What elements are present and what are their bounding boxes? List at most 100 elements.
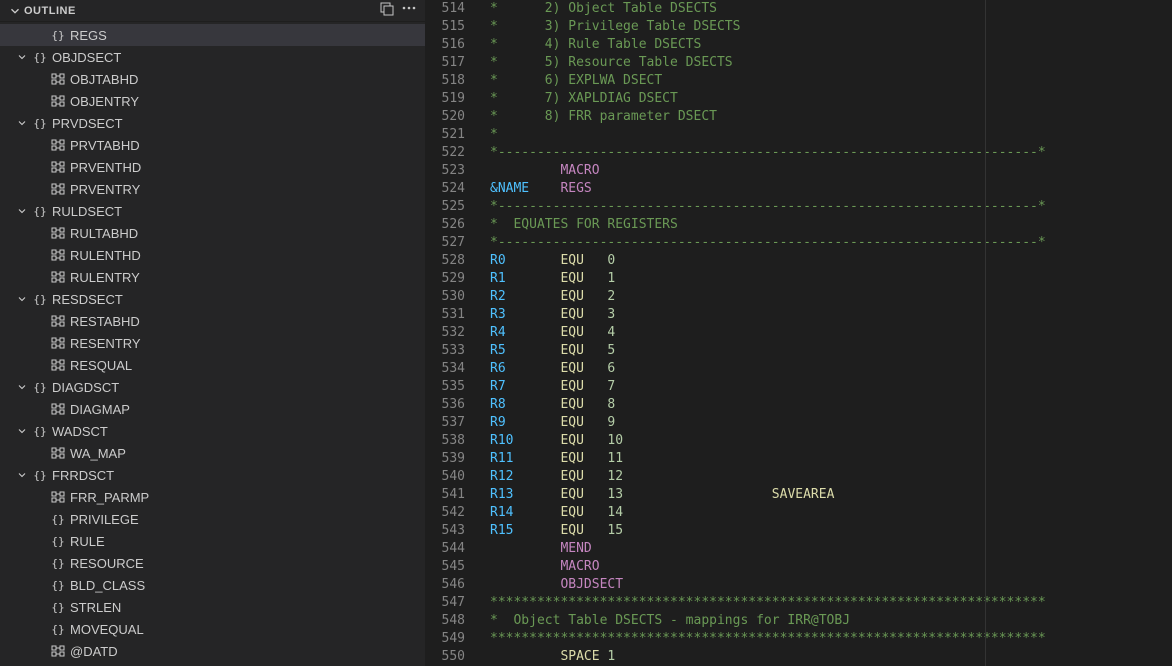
code-line[interactable]: * 7) XAPLDIAG DSECT — [490, 90, 1074, 108]
code-line[interactable]: * — [490, 126, 1074, 144]
minimap[interactable] — [1074, 0, 1172, 666]
code-line[interactable]: ****************************************… — [490, 630, 1074, 648]
line-number: 548 — [425, 612, 465, 630]
code-line[interactable]: * 8) FRR parameter DSECT — [490, 108, 1074, 126]
code-line[interactable]: R7 EQU 7 — [490, 378, 1074, 396]
outline-item-wa_map[interactable]: WA_MAP — [0, 442, 425, 464]
struct-icon — [50, 335, 66, 351]
outline-item-prvdsect[interactable]: PRVDSECT — [0, 112, 425, 134]
code-line[interactable]: SPACE 1 — [490, 648, 1074, 666]
code-line[interactable]: R14 EQU 14 — [490, 504, 1074, 522]
code-line[interactable]: R4 EQU 4 — [490, 324, 1074, 342]
code-line[interactable]: R11 EQU 11 — [490, 450, 1074, 468]
outline-item-rulenthd[interactable]: RULENTHD — [0, 244, 425, 266]
outline-item-label: RULDSECT — [52, 204, 122, 219]
code-line[interactable]: R3 EQU 3 — [490, 306, 1074, 324]
code-line[interactable]: *---------------------------------------… — [490, 144, 1074, 162]
outline-item-privilege[interactable]: PRIVILEGE — [0, 508, 425, 530]
outline-item-resdsect[interactable]: RESDSECT — [0, 288, 425, 310]
outline-item-restabhd[interactable]: RESTABHD — [0, 310, 425, 332]
struct-icon — [50, 489, 66, 505]
outline-item-movequal[interactable]: MOVEQUAL — [0, 618, 425, 640]
code-line[interactable]: R6 EQU 6 — [490, 360, 1074, 378]
struct-icon — [50, 159, 66, 175]
namespace-icon — [50, 577, 66, 593]
outline-item-prventhd[interactable]: PRVENTHD — [0, 156, 425, 178]
chevron-down-icon[interactable] — [14, 423, 30, 439]
outline-list[interactable]: REGSOBJDSECTOBJTABHD OBJENTRY PRVDSECTPRVT… — [0, 22, 425, 666]
outline-item-bld_class[interactable]: BLD_CLASS — [0, 574, 425, 596]
code-line[interactable]: MACRO — [490, 162, 1074, 180]
outline-item-frrdsct[interactable]: FRRDSCT — [0, 464, 425, 486]
outline-item-label: PRVENTHD — [70, 160, 141, 175]
line-number: 533 — [425, 342, 465, 360]
line-number: 545 — [425, 558, 465, 576]
outline-item-@datd[interactable]: @DATD — [0, 640, 425, 662]
code-line[interactable]: * EQUATES FOR REGISTERS — [490, 216, 1074, 234]
outline-item-rule[interactable]: RULE — [0, 530, 425, 552]
code-line[interactable]: R5 EQU 5 — [490, 342, 1074, 360]
more-actions-icon[interactable] — [401, 0, 417, 21]
outline-item-resqual[interactable]: RESQUAL — [0, 354, 425, 376]
outline-item-resentry[interactable]: RESENTRY — [0, 332, 425, 354]
outline-item-rultabhd[interactable]: RULTABHD — [0, 222, 425, 244]
code-line[interactable]: * Object Table DSECTS - mappings for IRR… — [490, 612, 1074, 630]
editor-ruler — [985, 0, 986, 666]
outline-item-strlen[interactable]: STRLEN — [0, 596, 425, 618]
chevron-down-icon[interactable] — [14, 467, 30, 483]
outline-item-resource[interactable]: RESOURCE — [0, 552, 425, 574]
line-number: 547 — [425, 594, 465, 612]
outline-item-regs[interactable]: REGS — [0, 24, 425, 46]
code-line[interactable]: R13 EQU 13 SAVEAREA — [490, 486, 1074, 504]
outline-item-label: WA_MAP — [70, 446, 126, 461]
chevron-down-icon[interactable] — [14, 203, 30, 219]
code-line[interactable]: R10 EQU 10 — [490, 432, 1074, 450]
code-line[interactable]: R8 EQU 8 — [490, 396, 1074, 414]
code-line[interactable]: * 6) EXPLWA DSECT — [490, 72, 1074, 90]
code-line[interactable]: R2 EQU 2 — [490, 288, 1074, 306]
code-line[interactable]: R12 EQU 12 — [490, 468, 1074, 486]
chevron-down-icon[interactable] — [14, 291, 30, 307]
code-line[interactable]: &NAME REGS — [490, 180, 1074, 198]
outline-item-objdsect[interactable]: OBJDSECT — [0, 46, 425, 68]
code-line[interactable]: * 3) Privilege Table DSECTS — [490, 18, 1074, 36]
code-line[interactable]: MACRO — [490, 558, 1074, 576]
outline-item-ruldsect[interactable]: RULDSECT — [0, 200, 425, 222]
code-line[interactable]: *---------------------------------------… — [490, 198, 1074, 216]
code-line[interactable]: * 2) Object Table DSECTS — [490, 0, 1074, 18]
collapse-all-icon[interactable] — [379, 0, 395, 21]
code-line[interactable]: ****************************************… — [490, 594, 1074, 612]
outline-item-diagdsct[interactable]: DIAGDSCT — [0, 376, 425, 398]
outline-item-wadsct[interactable]: WADSCT — [0, 420, 425, 442]
namespace-icon — [50, 533, 66, 549]
chevron-down-icon[interactable] — [14, 115, 30, 131]
namespace-icon — [50, 599, 66, 615]
outline-item-objtabhd[interactable]: OBJTABHD — [0, 68, 425, 90]
code-line[interactable]: R1 EQU 1 — [490, 270, 1074, 288]
outline-item-label: RULENTRY — [70, 270, 140, 285]
code-editor[interactable]: 5145155165175185195205215225235245255265… — [425, 0, 1172, 666]
code-line[interactable]: *---------------------------------------… — [490, 234, 1074, 252]
line-number: 516 — [425, 36, 465, 54]
chevron-down-icon[interactable] — [14, 379, 30, 395]
outline-item-prvtabhd[interactable]: PRVTABHD — [0, 134, 425, 156]
namespace-icon — [50, 511, 66, 527]
outline-item-objentry[interactable]: OBJENTRY — [0, 90, 425, 112]
code-line[interactable]: * 5) Resource Table DSECTS — [490, 54, 1074, 72]
struct-icon — [50, 225, 66, 241]
outline-item-prventry[interactable]: PRVENTRY — [0, 178, 425, 200]
outline-item-frr_parmp[interactable]: FRR_PARMP — [0, 486, 425, 508]
struct-icon — [50, 357, 66, 373]
outline-item-diagmap[interactable]: DIAGMAP — [0, 398, 425, 420]
outline-item-rulentry[interactable]: RULENTRY — [0, 266, 425, 288]
outline-header[interactable]: OUTLINE — [0, 0, 425, 22]
code-line[interactable]: R0 EQU 0 — [490, 252, 1074, 270]
code-line[interactable]: MEND — [490, 540, 1074, 558]
code-line[interactable]: OBJDSECT — [490, 576, 1074, 594]
code-line[interactable]: R15 EQU 15 — [490, 522, 1074, 540]
code-line[interactable]: * 4) Rule Table DSECTS — [490, 36, 1074, 54]
chevron-down-icon[interactable] — [14, 49, 30, 65]
outline-item-label: OBJENTRY — [70, 94, 139, 109]
code-line[interactable]: R9 EQU 9 — [490, 414, 1074, 432]
line-number: 535 — [425, 378, 465, 396]
